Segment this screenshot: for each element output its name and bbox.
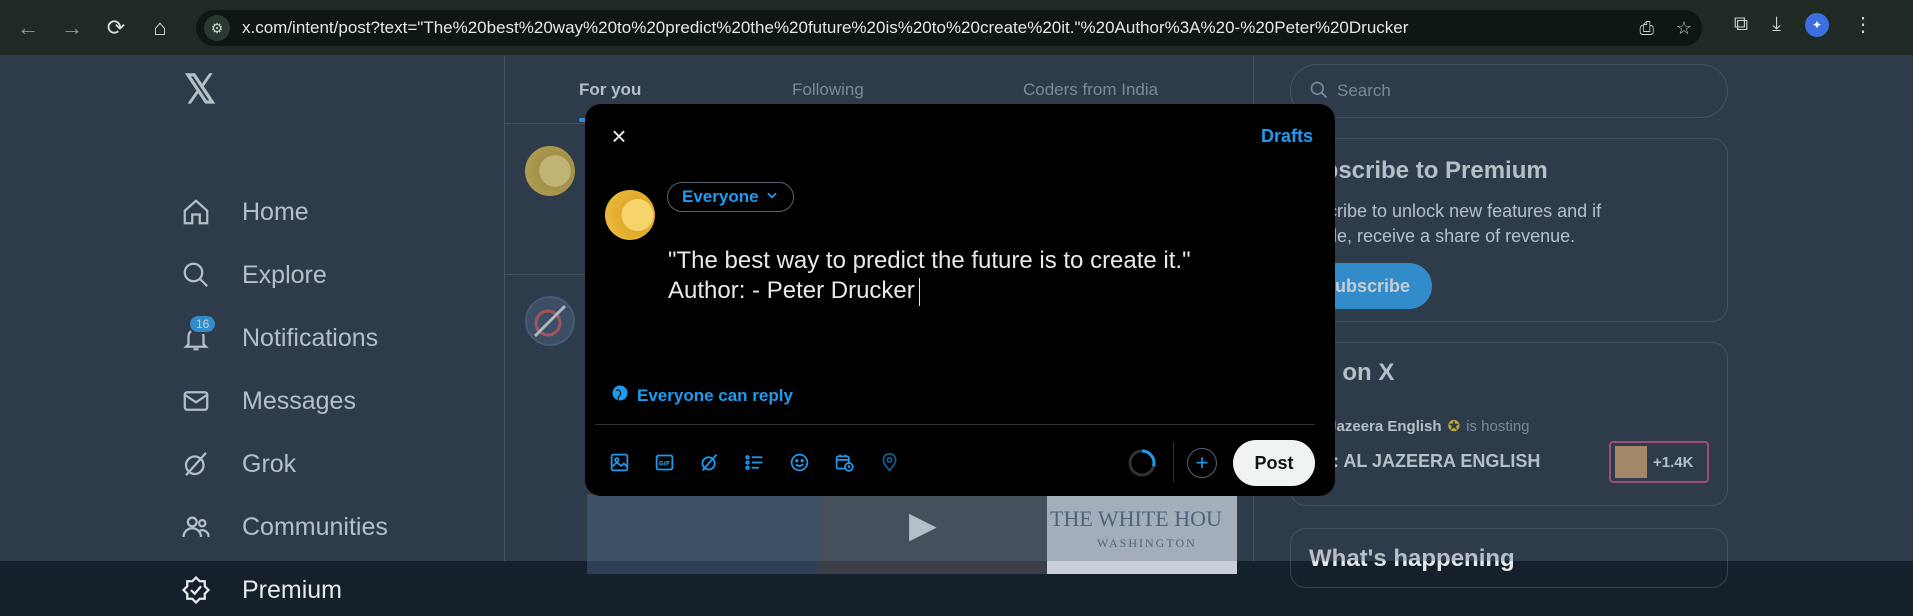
close-icon[interactable]: ×	[601, 118, 637, 154]
forward-icon[interactable]: →	[50, 6, 94, 50]
post-button[interactable]: Post	[1233, 440, 1315, 486]
compose-modal: × Drafts Everyone "The best way to predi…	[585, 104, 1335, 496]
reload-icon[interactable]: ⟳	[94, 6, 138, 50]
add-post-button[interactable]: +	[1187, 448, 1217, 478]
audience-selector[interactable]: Everyone	[667, 182, 794, 212]
address-bar[interactable]: ⚙ x.com/intent/post?text="The%20best%20w…	[196, 10, 1702, 46]
verified-icon	[178, 572, 214, 608]
reply-setting-button[interactable]: Everyone can reply	[611, 384, 793, 407]
gif-icon[interactable]: GIF	[652, 450, 677, 475]
back-icon[interactable]: ←	[6, 6, 50, 50]
compose-textarea[interactable]: "The best way to predict the future is t…	[668, 246, 1288, 306]
download-icon[interactable]: ⤓	[1772, 13, 1781, 36]
drafts-button[interactable]: Drafts	[1261, 126, 1313, 147]
location-icon[interactable]	[877, 450, 902, 475]
menu-icon[interactable]: ⋮	[1853, 12, 1873, 37]
image-icon[interactable]	[607, 450, 632, 475]
bookmark-star-icon[interactable]: ☆	[1676, 18, 1692, 39]
profile-avatar[interactable]: ✦	[1805, 12, 1829, 37]
compose-line1: "The best way to predict the future is t…	[668, 247, 1191, 274]
sidebar-item-label: Premium	[242, 575, 343, 604]
globe-icon	[611, 384, 629, 407]
grok-icon[interactable]	[697, 450, 722, 475]
character-count-ring	[1128, 449, 1156, 477]
install-app-icon[interactable]: ⎙	[1639, 18, 1653, 39]
browser-toolbar: ← → ⟳ ⌂ ⚙ x.com/intent/post?text="The%20…	[0, 0, 1913, 56]
home-browser-icon[interactable]: ⌂	[138, 6, 182, 50]
poll-icon[interactable]	[742, 450, 767, 475]
avatar[interactable]	[605, 190, 655, 240]
text-caret	[918, 277, 920, 306]
site-info-icon[interactable]: ⚙	[204, 15, 230, 41]
sidebar-item-premium[interactable]: Premium	[178, 564, 342, 616]
extensions-icon[interactable]: ⧉	[1734, 13, 1748, 36]
compose-line2: Author: - Peter Drucker	[668, 277, 915, 304]
compose-toolbar: GIF	[607, 450, 902, 475]
url-text[interactable]: x.com/intent/post?text="The%20best%20way…	[242, 18, 1602, 38]
audience-label: Everyone	[682, 187, 759, 206]
chevron-down-icon	[765, 187, 779, 207]
emoji-icon[interactable]	[787, 450, 812, 475]
modal-divider	[595, 424, 1315, 425]
reply-setting-label: Everyone can reply	[637, 385, 793, 405]
schedule-icon[interactable]	[832, 450, 857, 475]
svg-text:GIF: GIF	[659, 461, 670, 468]
toolbar-separator	[1173, 442, 1174, 482]
